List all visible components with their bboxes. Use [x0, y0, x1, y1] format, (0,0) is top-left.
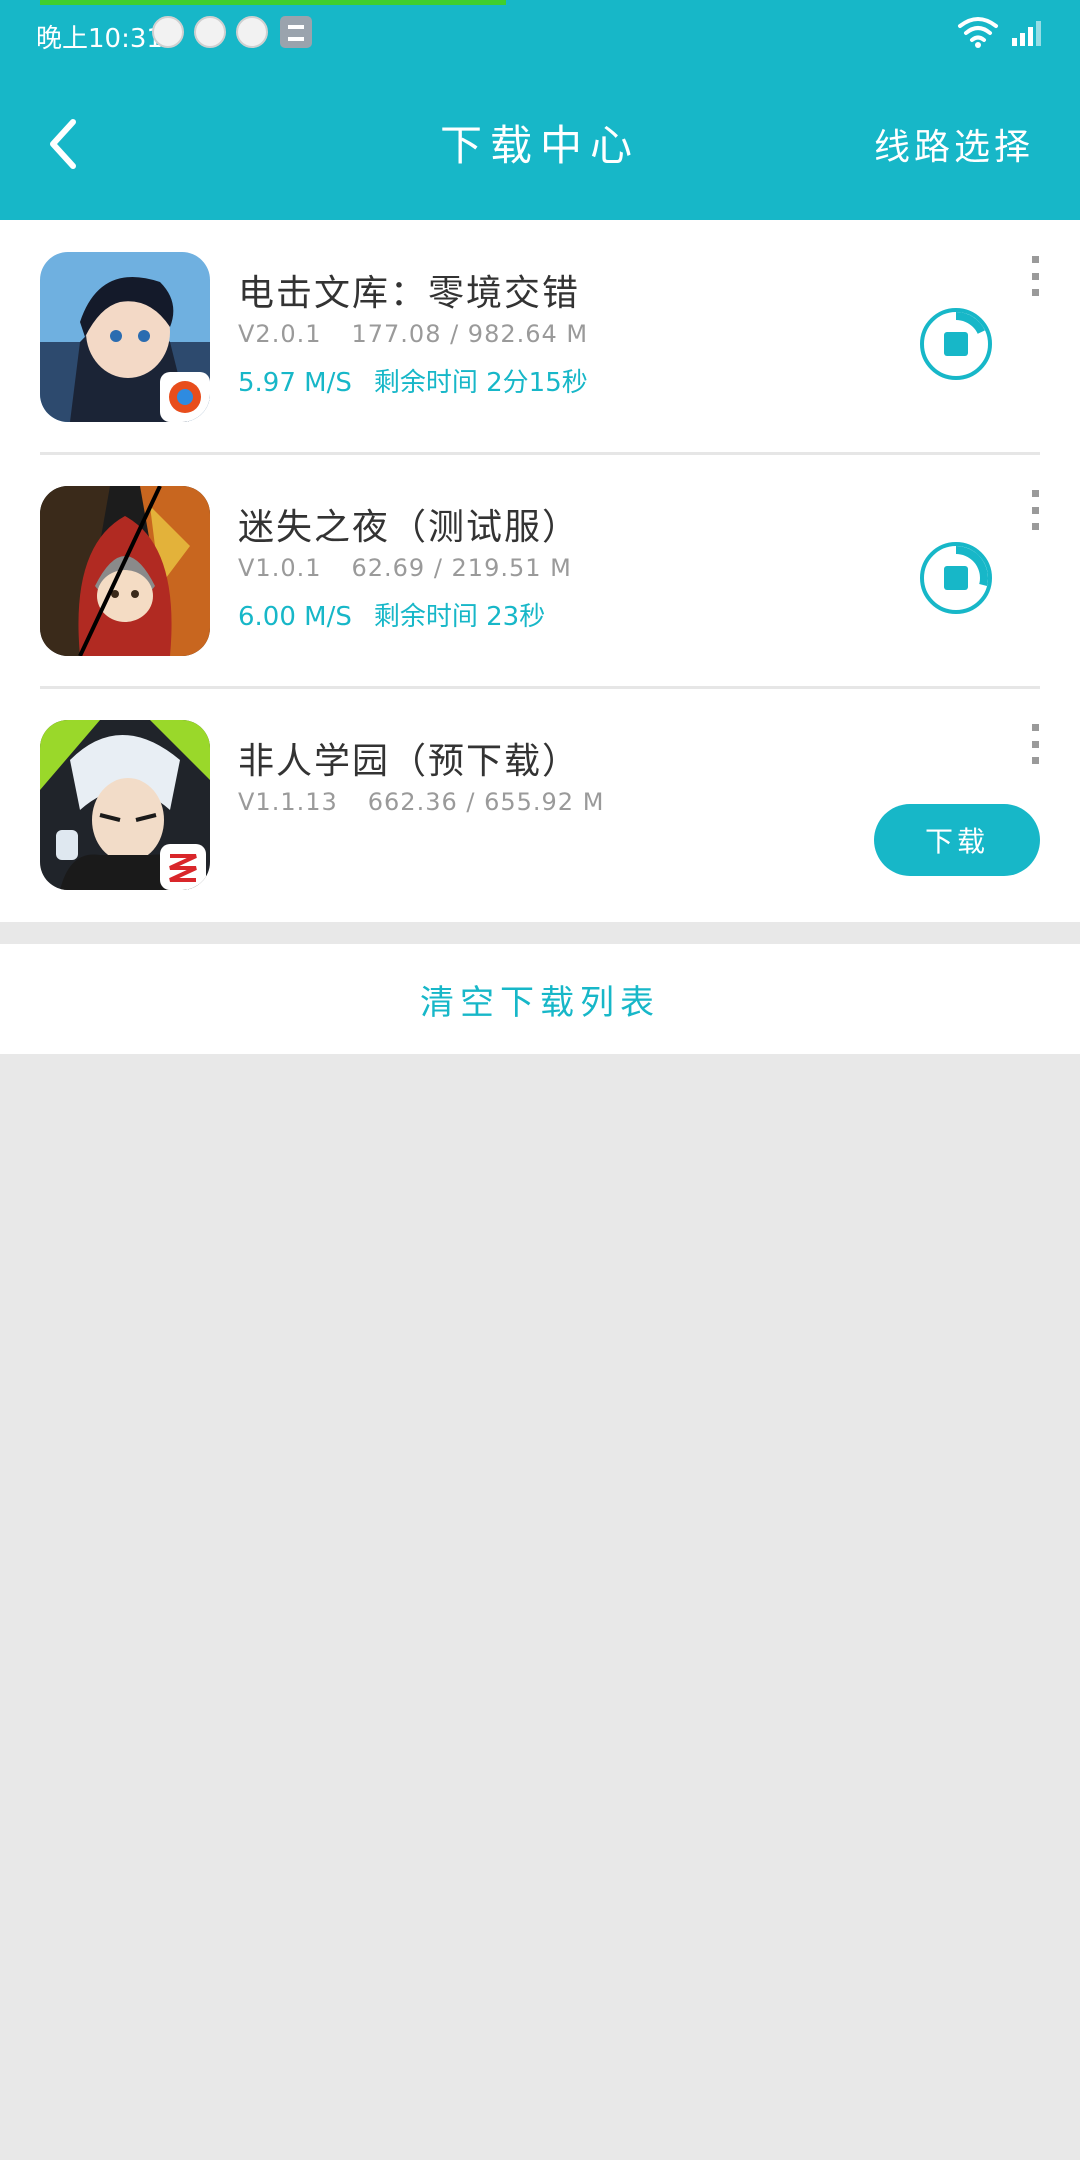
stop-icon	[944, 566, 968, 590]
signal-icon	[1012, 21, 1041, 46]
remaining-time: 剩余时间 2分15秒	[373, 368, 588, 398]
stop-download-button[interactable]	[918, 306, 994, 382]
chevron-left-icon	[50, 119, 76, 169]
list-item: 非人学园（预下载） V1.1.13 662.36 / 655.92 M 下载	[0, 688, 1080, 922]
download-speed-line: 5.97 M/S 剩余时间 2分15秒	[238, 362, 588, 399]
route-select-button[interactable]: 线路选择	[870, 118, 1070, 170]
download-progress: 62.69 / 219.51 M	[351, 554, 572, 582]
version-progress: V1.1.13 662.36 / 655.92 M	[238, 788, 604, 816]
page-title: 下载中心	[439, 121, 640, 170]
more-options-icon[interactable]	[1028, 724, 1042, 764]
app-name: 迷失之夜（测试服）	[238, 507, 581, 548]
page-load-progress	[40, 0, 506, 5]
download-button[interactable]: 下载	[874, 804, 1040, 876]
notification-icon	[194, 16, 226, 48]
stop-icon	[944, 332, 968, 356]
back-button[interactable]	[32, 104, 92, 184]
status-time: 晚上10:31	[36, 24, 163, 54]
app-name: 非人学园（预下载）	[238, 741, 581, 782]
download-center-screen: 晚上10:31 下载中心 线路选择 电击文库：零境交错 V2.0.1 177.0…	[0, 0, 1080, 2160]
more-options-icon[interactable]	[1028, 490, 1042, 530]
notification-icon	[152, 16, 184, 48]
download-speed: 6.00 M/S	[238, 602, 352, 632]
more-options-icon[interactable]	[1028, 256, 1042, 296]
wifi-icon	[958, 17, 998, 48]
version-progress: V2.0.1 177.08 / 982.64 M	[238, 320, 588, 348]
game-icon-lost-night[interactable]	[40, 486, 210, 656]
list-item: 迷失之夜（测试服） V1.0.1 62.69 / 219.51 M 6.00 M/…	[0, 454, 1080, 689]
list-item: 电击文库：零境交错 V2.0.1 177.08 / 982.64 M 5.97 M…	[0, 220, 1080, 455]
app-version: V1.0.1	[238, 554, 322, 582]
remaining-time: 剩余时间 23秒	[373, 602, 546, 632]
app-version: V2.0.1	[238, 320, 322, 348]
version-progress: V1.0.1 62.69 / 219.51 M	[238, 554, 572, 582]
download-progress: 662.36 / 655.92 M	[367, 788, 605, 816]
notification-icon	[236, 16, 268, 48]
download-list: 电击文库：零境交错 V2.0.1 177.08 / 982.64 M 5.97 M…	[0, 220, 1080, 922]
clear-download-list-button[interactable]: 清空下载列表	[420, 975, 660, 1024]
app-name: 电击文库：零境交错	[238, 273, 581, 314]
app-header: 晚上10:31 下载中心 线路选择	[0, 0, 1080, 220]
download-speed: 5.97 M/S	[238, 368, 352, 398]
game-icon-feiren[interactable]	[40, 720, 210, 890]
game-icon-sword-art[interactable]	[40, 252, 210, 422]
download-progress: 177.08 / 982.64 M	[351, 320, 589, 348]
app-version: V1.1.13	[238, 788, 338, 816]
download-speed-line: 6.00 M/S 剩余时间 23秒	[238, 596, 545, 633]
stop-download-button[interactable]	[918, 540, 994, 616]
clear-list-bar: 清空下载列表	[0, 944, 1080, 1054]
message-icon	[280, 16, 312, 48]
